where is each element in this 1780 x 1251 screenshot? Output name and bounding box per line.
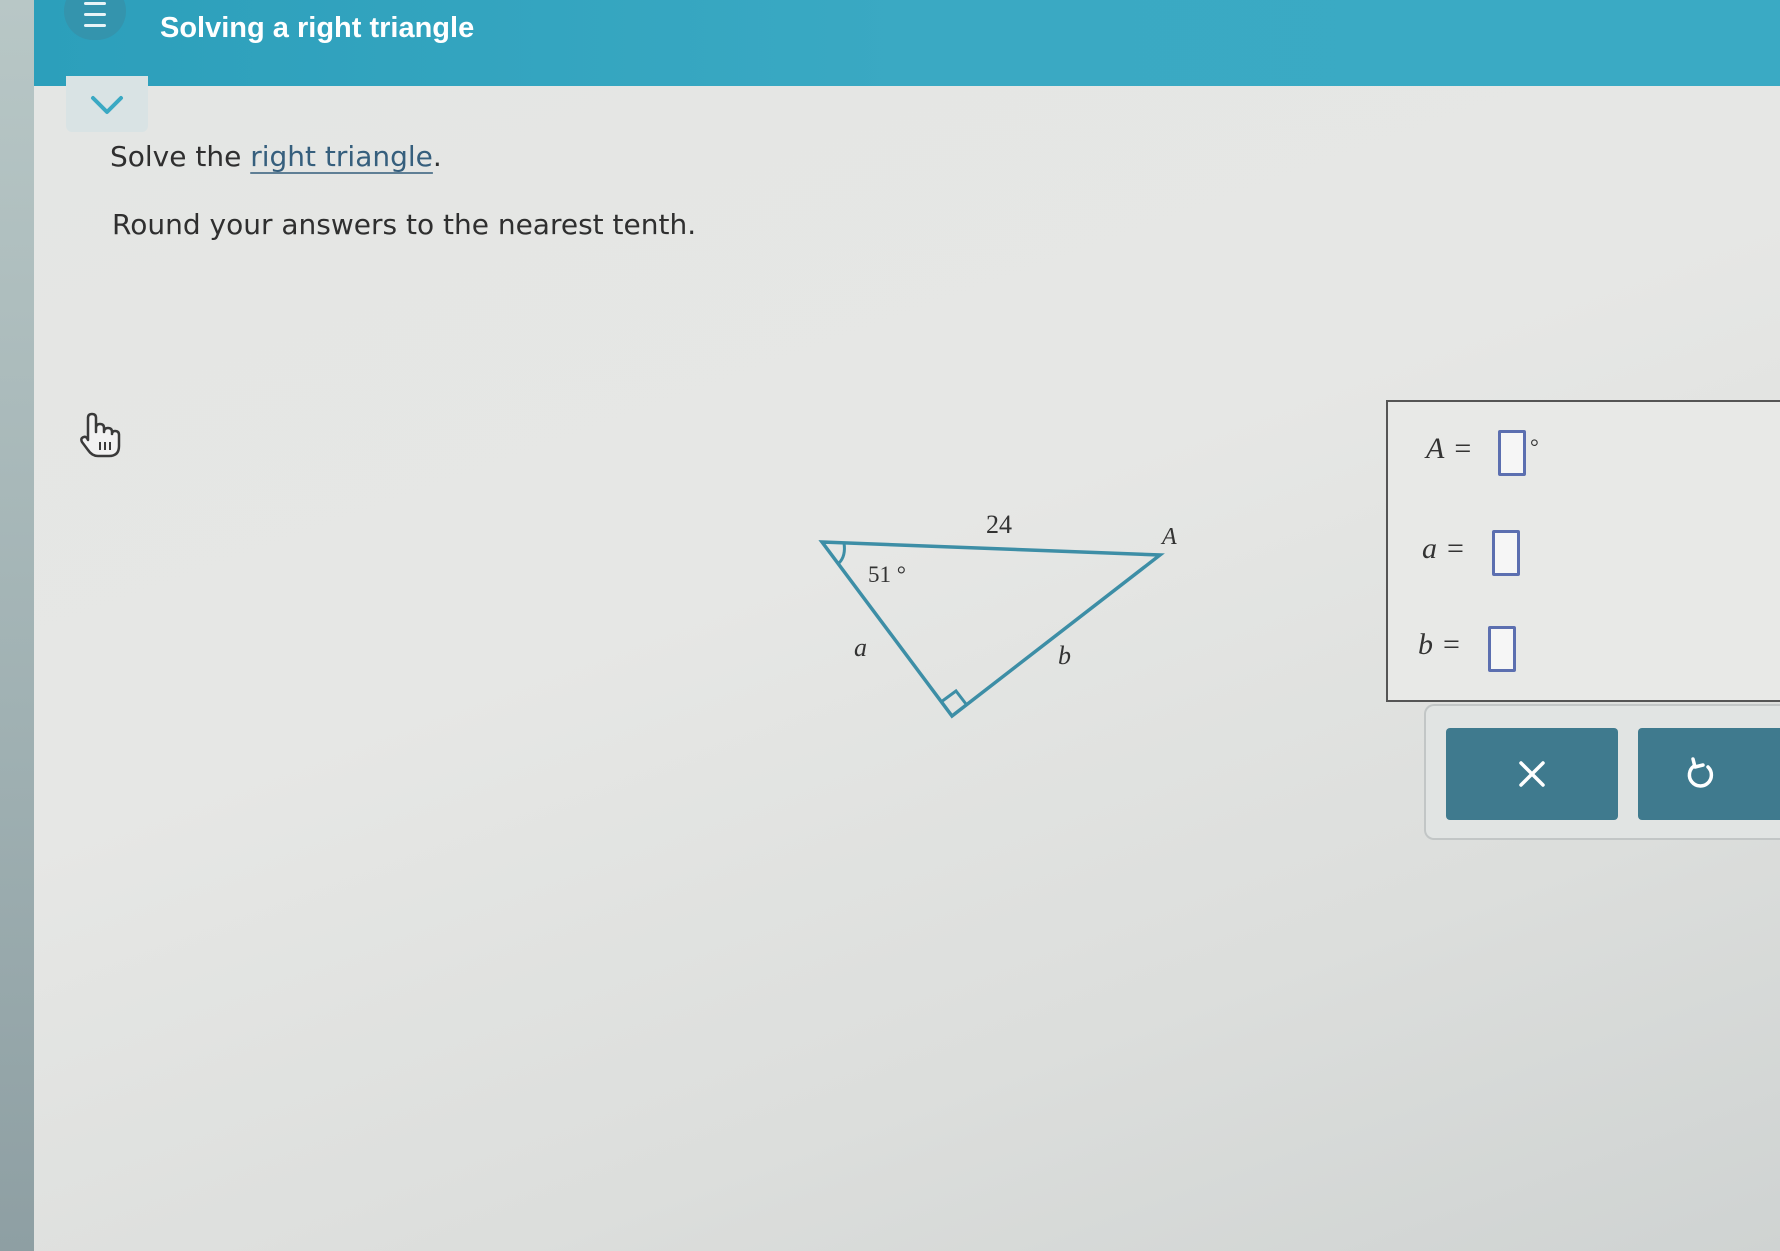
action-button-panel: [1424, 704, 1780, 840]
left-edge: [0, 0, 34, 1251]
degree-unit: °: [1530, 434, 1539, 459]
page-title: Solving a right triangle: [160, 12, 475, 44]
side-a-label: a: [854, 633, 867, 662]
hypotenuse-label: 24: [986, 510, 1012, 539]
clear-button[interactable]: [1446, 728, 1618, 820]
pointer-hand-icon[interactable]: [78, 410, 122, 464]
x-icon: [1519, 761, 1545, 787]
chevron-down-icon: [91, 96, 123, 114]
menu-button[interactable]: [64, 0, 126, 40]
collapse-button[interactable]: [66, 76, 148, 132]
side-b-variable: b: [1418, 628, 1433, 661]
undo-icon: [1687, 757, 1714, 788]
triangle-shape: [818, 540, 1165, 719]
undo-button[interactable]: [1638, 728, 1780, 820]
right-angle-marker: [940, 688, 968, 705]
menu-icon-line: [84, 2, 106, 5]
angle-a-variable: A: [1426, 432, 1445, 465]
answer-panel: A = ° a = b =: [1386, 400, 1780, 702]
side-a-variable: a: [1422, 532, 1437, 565]
equals-sign: =: [1454, 432, 1472, 465]
page: Solving a right triangle Solve the right…: [34, 0, 1780, 1251]
menu-icon-line: [84, 24, 106, 27]
question-suffix: .: [432, 140, 442, 173]
angle-a-input[interactable]: [1498, 430, 1526, 476]
side-b-label: b: [1058, 641, 1071, 670]
angle-a-equation: A =: [1426, 432, 1481, 466]
side-a-input[interactable]: [1492, 530, 1520, 576]
side-b-equation: b =: [1418, 628, 1470, 662]
rounding-instruction: Round your answers to the nearest tenth.: [112, 208, 697, 241]
question-prefix: Solve the: [110, 140, 251, 173]
menu-icon-line: [84, 13, 106, 16]
vertex-a-label: A: [1160, 524, 1177, 550]
angle-arc: [837, 542, 846, 565]
right-triangle-link[interactable]: right triangle: [250, 140, 433, 173]
side-a-equation: a =: [1422, 532, 1474, 566]
side-b-input[interactable]: [1488, 626, 1516, 672]
equals-sign: =: [1447, 532, 1464, 565]
equals-sign: =: [1443, 628, 1460, 661]
angle-label: 51 °: [868, 562, 906, 587]
question-text: Solve the right triangle.: [110, 140, 442, 173]
header-bar: Solving a right triangle: [34, 0, 1780, 86]
